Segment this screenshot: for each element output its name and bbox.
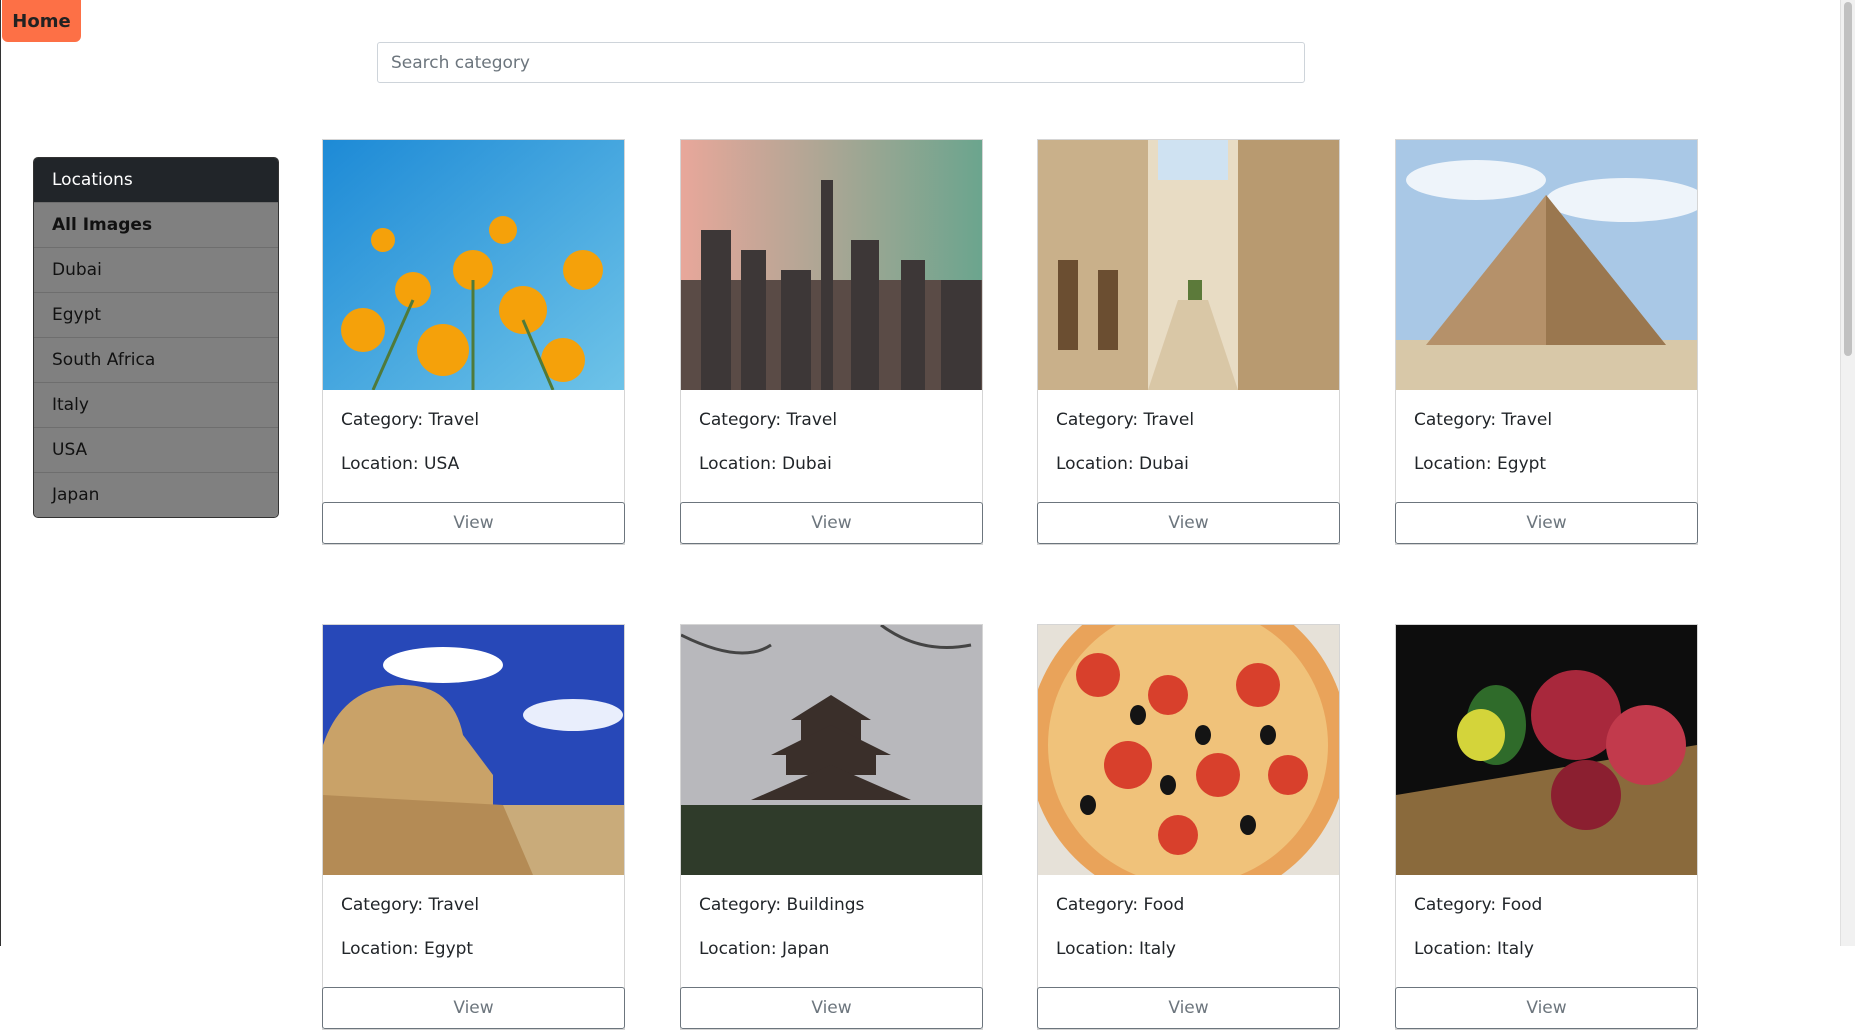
view-button[interactable]: View (322, 502, 625, 544)
card-location: Location: Egypt (1414, 454, 1547, 474)
card-location: Location: Italy (1414, 939, 1534, 959)
scrollbar-thumb[interactable] (1844, 2, 1852, 356)
card-category: Category: Travel (341, 410, 480, 430)
card-category: Category: Travel (699, 410, 838, 430)
pyramid-image[interactable] (1396, 140, 1697, 390)
card-location: Location: Egypt (341, 939, 474, 959)
fruit-image[interactable] (1396, 625, 1697, 875)
card-category: Category: Travel (1056, 410, 1195, 430)
view-button[interactable]: View (1037, 502, 1340, 544)
image-card: Category: Food Location: Italy View (1037, 624, 1340, 1030)
view-button[interactable]: View (322, 987, 625, 1029)
image-card: Category: Food Location: Italy View (1395, 624, 1698, 1030)
card-category: Category: Food (1414, 895, 1543, 915)
image-card: Category: Buildings Location: Japan View (680, 624, 983, 1030)
view-button[interactable]: View (1037, 987, 1340, 1029)
city-image[interactable] (681, 140, 982, 390)
card-location: Location: Dubai (699, 454, 832, 474)
pizza-image[interactable] (1038, 625, 1339, 875)
locations-sidebar: Locations All Images Dubai Egypt South A… (33, 157, 279, 518)
card-category: Category: Travel (1414, 410, 1553, 430)
view-button[interactable]: View (680, 987, 983, 1029)
card-location: Location: Dubai (1056, 454, 1189, 474)
image-card: Category: Travel Location: Egypt View (1395, 139, 1698, 545)
sidebar-item-egypt[interactable]: Egypt (34, 292, 278, 337)
image-card: Category: Travel Location: Dubai View (1037, 139, 1340, 545)
card-category: Category: Buildings (699, 895, 865, 915)
image-card: Category: Travel Location: Egypt View (322, 624, 625, 1030)
pagoda-image[interactable] (681, 625, 982, 875)
card-location: Location: USA (341, 454, 460, 474)
view-button[interactable]: View (1395, 502, 1698, 544)
view-button[interactable]: View (1395, 987, 1698, 1029)
search-input[interactable] (377, 42, 1305, 83)
sidebar-item-japan[interactable]: Japan (34, 472, 278, 517)
page-scrollbar[interactable] (1840, 0, 1855, 946)
card-category: Category: Travel (341, 895, 480, 915)
home-button[interactable]: Home (2, 0, 81, 42)
card-location: Location: Italy (1056, 939, 1176, 959)
sidebar-item-south-africa[interactable]: South Africa (34, 337, 278, 382)
sidebar-item-all-images[interactable]: All Images (34, 202, 278, 247)
sidebar-item-italy[interactable]: Italy (34, 382, 278, 427)
flowers-image[interactable] (323, 140, 624, 390)
sidebar-item-usa[interactable]: USA (34, 427, 278, 472)
card-location: Location: Japan (699, 939, 830, 959)
image-card: Category: Travel Location: Dubai View (680, 139, 983, 545)
alley-image[interactable] (1038, 140, 1339, 390)
card-category: Category: Food (1056, 895, 1185, 915)
sidebar-title: Locations (34, 158, 278, 202)
view-button[interactable]: View (680, 502, 983, 544)
image-card: Category: Travel Location: USA View (322, 139, 625, 545)
sidebar-item-dubai[interactable]: Dubai (34, 247, 278, 292)
sphinx-image[interactable] (323, 625, 624, 875)
